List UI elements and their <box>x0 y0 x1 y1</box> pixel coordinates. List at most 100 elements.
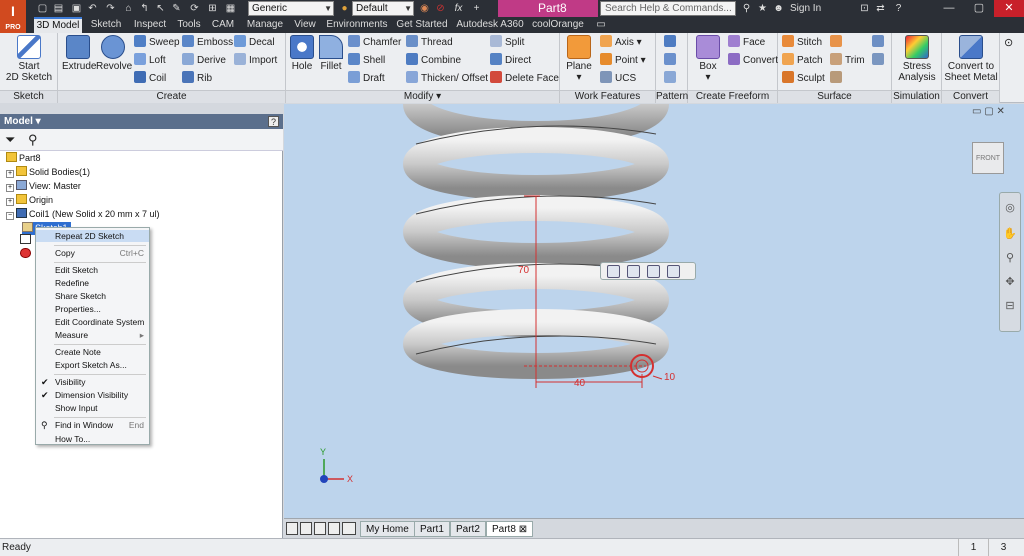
menu-create-note[interactable]: Create Note <box>36 346 149 358</box>
close-tab-icon[interactable]: ⊠ <box>519 524 527 535</box>
ucs-button[interactable]: UCS <box>600 71 636 87</box>
home-icon[interactable]: ⌂ <box>122 2 135 15</box>
measure-icon[interactable]: ⊞ <box>206 2 219 15</box>
dimension-width[interactable]: 40 <box>574 378 585 389</box>
tree-item-origin[interactable]: + Origin <box>6 194 53 207</box>
split-button[interactable]: Split <box>490 35 524 51</box>
help-search-input[interactable]: Search Help & Commands... <box>600 1 736 16</box>
binoculars-icon[interactable]: ⚲ <box>740 2 753 15</box>
stress-analysis-button[interactable]: Stress Analysis <box>894 35 940 83</box>
zoom-icon[interactable]: ⚲ <box>1003 251 1017 265</box>
point-button[interactable]: Point ▾ <box>600 53 646 69</box>
tree-item-part[interactable]: Part8 <box>6 152 41 165</box>
doc-tab-part1[interactable]: Part1 <box>414 521 450 537</box>
user-icon[interactable]: ☻ <box>772 2 785 15</box>
ribbon-options-icon[interactable]: ▭ <box>594 17 608 33</box>
filter-icon[interactable]: ⏷ <box>5 132 15 148</box>
select-icon[interactable]: ↖ <box>154 2 167 15</box>
doc-tab-part2[interactable]: Part2 <box>450 521 486 537</box>
tab-tools[interactable]: Tools <box>174 17 204 33</box>
rib-button[interactable]: Rib <box>182 71 212 87</box>
cascade-icon[interactable] <box>314 522 326 535</box>
tab-autodesk-a360[interactable]: Autodesk A360 <box>454 17 526 33</box>
pan-icon[interactable]: ✋ <box>1003 227 1017 241</box>
material-combo[interactable]: Generic ▼ <box>248 1 334 16</box>
help-icon[interactable]: ? <box>892 2 905 15</box>
app-logo[interactable]: I PRO <box>0 0 26 33</box>
tile-vertical-icon[interactable] <box>286 522 298 535</box>
menu-repeat-2d-sketch[interactable]: Repeat 2D Sketch <box>36 230 149 242</box>
star-icon[interactable]: ★ <box>756 2 769 15</box>
menu-show-input[interactable]: Show Input <box>36 402 149 414</box>
add-icon[interactable]: + <box>470 2 483 15</box>
extend-button[interactable] <box>830 71 845 87</box>
doc-tab-part8[interactable]: Part8 ⊠ <box>486 521 534 537</box>
update-icon[interactable]: ⟳ <box>188 2 201 15</box>
tab-manage[interactable]: Manage <box>244 17 286 33</box>
repair-button[interactable] <box>872 53 887 69</box>
mini-tool-icon[interactable] <box>667 265 680 278</box>
tab-coolorange[interactable]: coolOrange <box>530 17 586 33</box>
loft-button[interactable]: Loft <box>134 53 166 69</box>
mirror-button[interactable] <box>664 71 679 87</box>
minimize-button[interactable]: — <box>934 0 964 17</box>
rectangular-pattern-button[interactable] <box>664 35 679 51</box>
convert-to-sheet-metal-button[interactable]: Convert to Sheet Metal <box>944 35 998 83</box>
ribbon-expand-icon[interactable]: ⊙ <box>1004 35 1013 51</box>
expand-icon[interactable]: + <box>6 184 14 192</box>
start-2d-sketch-button[interactable]: Start 2D Sketch <box>4 35 54 83</box>
tree-item-solid-bodies[interactable]: + Solid Bodies(1) <box>6 166 90 179</box>
iproperties-icon[interactable]: ▦ <box>224 2 237 15</box>
convert-button[interactable]: Convert <box>728 53 778 69</box>
menu-share-sketch[interactable]: Share Sketch <box>36 290 149 302</box>
tab-3d-model[interactable]: 3D Model <box>34 17 82 33</box>
open-icon[interactable]: ▤ <box>52 2 65 15</box>
direct-button[interactable]: Direct <box>490 53 531 69</box>
tab-get-started[interactable]: Get Started <box>394 17 450 33</box>
redo-icon[interactable]: ↷ <box>104 2 117 15</box>
sculpt-button[interactable]: Sculpt <box>782 71 825 87</box>
axis-button[interactable]: Axis ▾ <box>600 35 642 51</box>
binoculars-icon[interactable]: ⚲ <box>28 132 38 148</box>
appearance-combo[interactable]: Default ▼ <box>352 1 414 16</box>
tree-item-end-of-part[interactable] <box>20 248 33 261</box>
browser-header[interactable]: Model ▾ <box>0 114 283 129</box>
tree-item-view[interactable]: + View: Master <box>6 180 81 193</box>
shell-button[interactable]: Shell <box>348 53 385 69</box>
dimension-height[interactable]: 70 <box>518 265 529 276</box>
fx-icon[interactable]: fx <box>452 2 465 15</box>
menu-measure[interactable]: Measure ▸ <box>36 329 149 341</box>
tab-inspect[interactable]: Inspect <box>128 17 172 33</box>
orbit-icon[interactable]: ✥ <box>1003 275 1017 289</box>
plane-button[interactable]: Plane ▾ <box>564 35 594 83</box>
clear-icon[interactable]: ⊘ <box>434 2 447 15</box>
tree-item-hidden-1[interactable] <box>20 234 33 247</box>
patch-button[interactable]: Patch <box>782 53 823 69</box>
circular-pattern-button[interactable] <box>664 53 679 69</box>
chamfer-button[interactable]: Chamfer <box>348 35 401 51</box>
revolve-button[interactable]: Revolve <box>96 35 132 72</box>
menu-properties[interactable]: Properties... <box>36 303 149 315</box>
exchange-icon[interactable]: ⇄ <box>874 2 887 15</box>
cart-icon[interactable]: ⊡ <box>858 2 871 15</box>
document-menu-icon[interactable] <box>342 522 356 535</box>
new-icon[interactable]: ▢ <box>36 2 49 15</box>
close-button[interactable]: ✕ <box>994 0 1024 17</box>
menu-how-to[interactable]: How To... <box>36 433 149 445</box>
mini-tool-icon[interactable] <box>607 265 620 278</box>
menu-visibility[interactable]: ✔ Visibility <box>36 376 149 388</box>
coil-button[interactable]: Coil <box>134 71 166 87</box>
combine-button[interactable]: Combine <box>406 53 461 69</box>
box-button[interactable]: Box ▾ <box>692 35 724 83</box>
viewport-controls[interactable]: ▭ ▢ ✕ <box>972 106 1005 117</box>
draft-button[interactable]: Draft <box>348 71 385 87</box>
expand-icon[interactable]: + <box>6 170 14 178</box>
delete-face-button[interactable]: Delete Face <box>490 71 559 87</box>
menu-dimension-visibility[interactable]: ✔ Dimension Visibility <box>36 389 149 401</box>
menu-redefine[interactable]: Redefine <box>36 277 149 289</box>
tab-environments[interactable]: Environments <box>324 17 390 33</box>
tab-view[interactable]: View <box>290 17 320 33</box>
replace-face-button[interactable] <box>872 35 887 51</box>
doc-tab-my-home[interactable]: My Home <box>360 521 415 537</box>
menu-edit-coordinate-system[interactable]: Edit Coordinate System <box>36 316 149 328</box>
